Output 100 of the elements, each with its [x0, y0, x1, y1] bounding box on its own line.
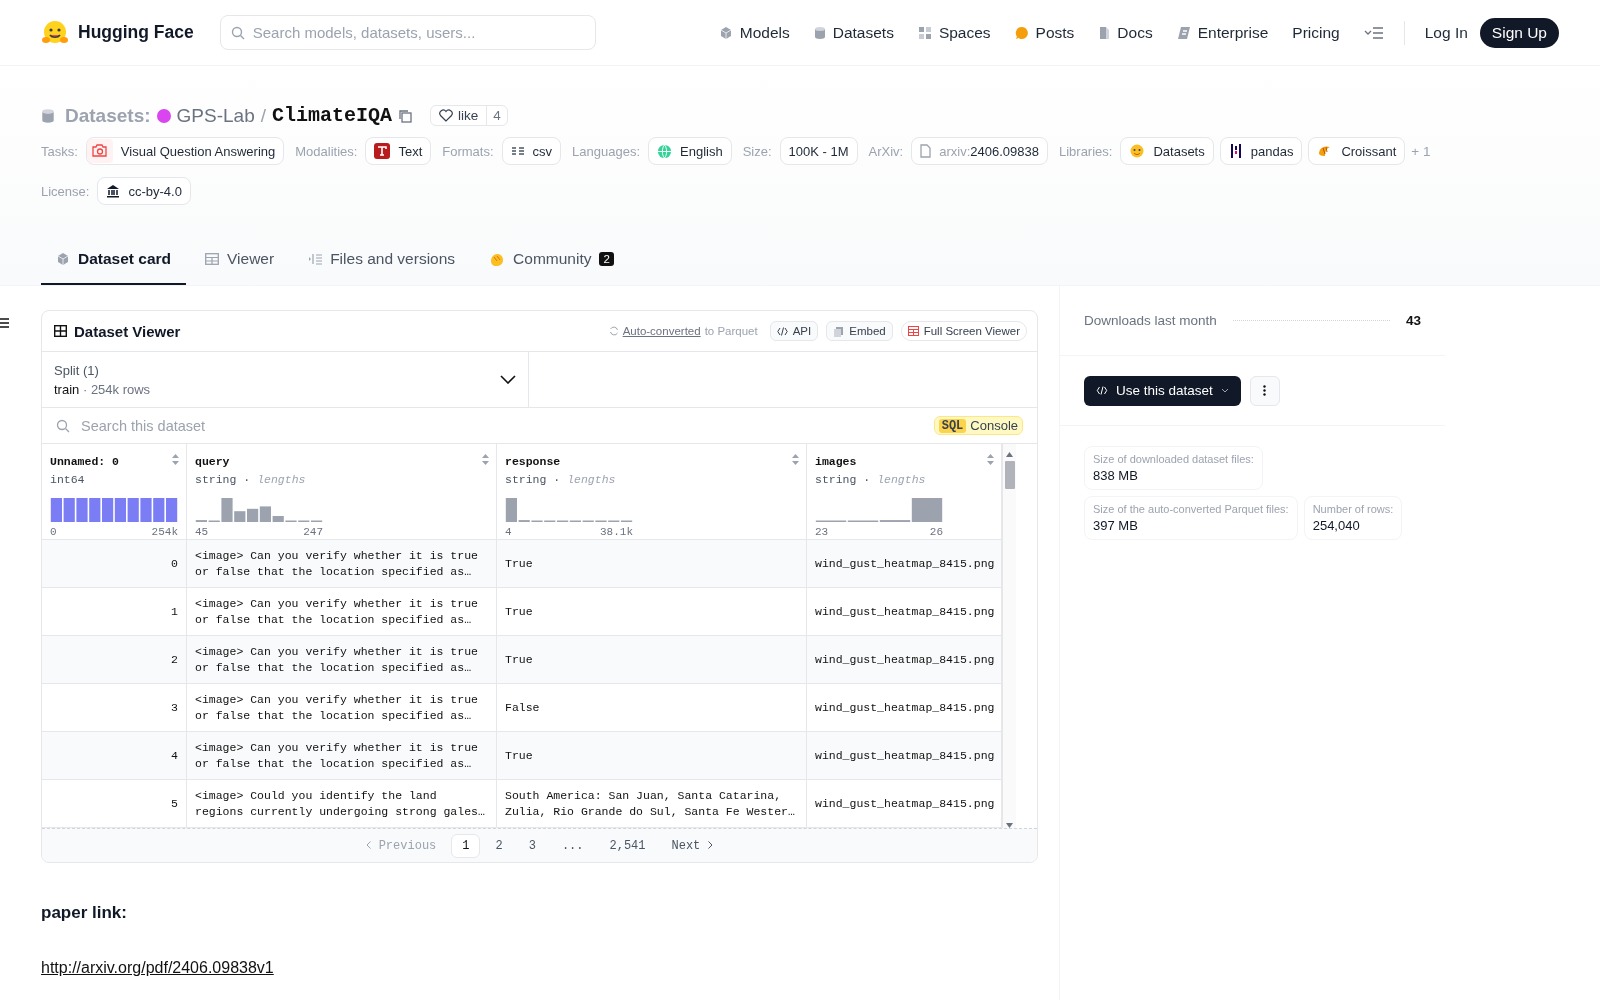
copy-icon[interactable]: [398, 108, 412, 123]
tag[interactable]: Croissant: [1308, 137, 1406, 165]
fullscreen-button[interactable]: Full Screen Viewer: [900, 321, 1027, 341]
tag[interactable]: English: [648, 137, 732, 165]
menu-icon[interactable]: [1363, 26, 1384, 39]
table-icon: [54, 325, 67, 337]
table-cell: True: [505, 651, 533, 668]
search-icon: [230, 26, 245, 40]
range-max: 247: [303, 526, 323, 538]
table-cell: wind_gust_heatmap_8415.png: [815, 795, 995, 812]
scroll-up-icon[interactable]: [1006, 452, 1013, 457]
parquet-note: to Parquet: [704, 325, 758, 337]
table-cell: wind_gust_heatmap_8415.png: [815, 555, 995, 572]
tag[interactable]: pandas: [1219, 137, 1303, 165]
stat-label: Size of the auto-converted Parquet files:: [1093, 503, 1289, 515]
stat-label: Number of rows:: [1312, 503, 1394, 515]
stat-value: 254,040: [1312, 518, 1361, 533]
column-name[interactable]: response: [505, 455, 561, 468]
license-icon: [106, 184, 121, 198]
table-cell: 0: [171, 555, 178, 572]
table-cell: wind_gust_heatmap_8415.png: [815, 603, 995, 620]
tab[interactable]: Viewer: [190, 235, 290, 285]
stat-label: Size of downloaded dataset files:: [1093, 453, 1254, 465]
page-button[interactable]: ...: [550, 833, 595, 858]
nav-link[interactable]: Docs: [1086, 23, 1165, 42]
tab[interactable]: Dataset card: [41, 235, 187, 285]
column-name[interactable]: Unnamed: 0: [50, 455, 119, 468]
enterprise-icon: [1176, 25, 1191, 40]
table-cell: 1: [171, 603, 178, 620]
meta-label: Modalities:: [295, 143, 358, 159]
posts-icon: [1014, 25, 1029, 40]
column-name[interactable]: images: [815, 455, 857, 468]
auto-converted-link[interactable]: Auto-converted: [622, 325, 701, 337]
table-cell: 5: [171, 795, 178, 812]
sort-icon[interactable]: [986, 453, 995, 466]
tag[interactable]: Datasets: [1120, 137, 1214, 165]
sort-icon[interactable]: [481, 453, 490, 466]
toc-icon[interactable]: [0, 318, 9, 328]
tab[interactable]: Files and versions: [293, 235, 471, 285]
nav-link[interactable]: Datasets: [801, 23, 906, 42]
page-button[interactable]: 1: [451, 833, 481, 858]
column-type: int64: [50, 473, 86, 486]
more-options-button[interactable]: [1249, 375, 1280, 406]
tag[interactable]: Text: [365, 137, 432, 165]
downloads-count: 43: [1405, 313, 1421, 328]
tab[interactable]: Community 2: [474, 235, 629, 285]
logo-text[interactable]: Hugging Face: [78, 22, 194, 43]
nav-link[interactable]: Models: [706, 23, 802, 42]
org-link[interactable]: GPS-Lab: [176, 104, 255, 127]
next-button[interactable]: Next: [660, 833, 724, 858]
nav-link[interactable]: Enterprise: [1164, 23, 1281, 42]
signup-button[interactable]: Sign Up: [1479, 17, 1559, 48]
nav-link[interactable]: Posts: [1002, 23, 1087, 42]
range-max: 254k: [151, 526, 178, 538]
org-avatar-icon: [156, 108, 171, 123]
table-cell: 2: [171, 651, 178, 668]
tag[interactable]: cc-by-4.0: [97, 177, 191, 205]
table-cell: True: [505, 555, 533, 572]
table-cell-text: South America: San Juan, Santa Catarina, Zulia, Rio Grande do Sul, Santa Fe Wester…: [505, 787, 796, 820]
meta-label: Formats:: [442, 143, 494, 159]
sql-console-button[interactable]: SQL Console: [933, 416, 1023, 435]
table-icon: [205, 253, 220, 265]
nav-link[interactable]: Spaces: [905, 23, 1003, 42]
scrollbar-thumb[interactable]: [1004, 461, 1015, 489]
dots-icon: [1263, 385, 1267, 396]
tag[interactable]: 100K - 1M: [779, 137, 858, 165]
use-dataset-button[interactable]: Use this dataset: [1084, 375, 1241, 406]
table-cell: 4: [171, 747, 178, 764]
dataset-name[interactable]: ClimateIQA: [272, 104, 392, 127]
tag[interactable]: arxiv:2406.09838: [911, 137, 1048, 165]
nav-link[interactable]: Pricing: [1280, 23, 1352, 42]
page-button[interactable]: 2,541: [598, 833, 657, 858]
page-button[interactable]: 3: [517, 833, 547, 858]
table-cell-text: <image> Can you verify whether it is true or false that the location specified as…: [195, 595, 479, 628]
table-cell: wind_gust_heatmap_8415.png: [815, 747, 995, 764]
search-field[interactable]: Search models, datasets, users...: [219, 15, 596, 50]
chevron-left-icon: [366, 840, 372, 849]
range-min: 23: [815, 526, 829, 538]
file-list-icon: [308, 253, 323, 265]
paper-link[interactable]: http://arxiv.org/pdf/2406.09838v1: [41, 959, 274, 977]
table-cell-text: <image> Could you identify the land regions currently undergoing strong gales…: [195, 787, 486, 820]
api-button[interactable]: API: [769, 321, 819, 341]
database-icon: [41, 107, 55, 124]
embed-button[interactable]: Embed: [826, 321, 893, 341]
like-button[interactable]: like 4: [430, 105, 508, 126]
meta-label: Languages:: [572, 143, 640, 159]
tag[interactable]: Visual Question Answering: [85, 137, 285, 165]
page-button[interactable]: 2: [484, 833, 514, 858]
paper-icon: [920, 144, 932, 158]
sort-icon[interactable]: [791, 453, 800, 466]
viewer-title: Dataset Viewer: [74, 322, 181, 340]
search-icon: [56, 418, 70, 433]
login-link[interactable]: Log In: [1412, 23, 1480, 42]
column-type: string · lengths: [815, 473, 927, 486]
sort-icon[interactable]: [171, 453, 180, 466]
table-cell: False: [505, 699, 540, 716]
column-name[interactable]: query: [195, 455, 230, 468]
tag[interactable]: csv: [501, 137, 562, 165]
refresh-icon: [608, 326, 619, 336]
table-cell: wind_gust_heatmap_8415.png: [815, 651, 995, 668]
